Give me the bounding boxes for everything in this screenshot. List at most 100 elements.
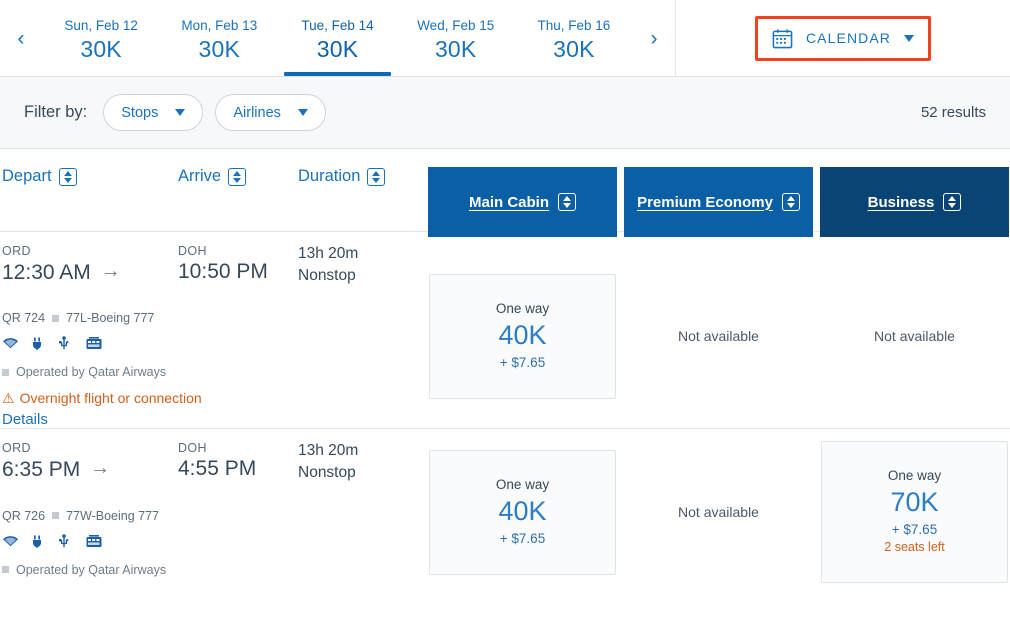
date-tab-0[interactable]: Sun, Feb 12 30K [42, 0, 160, 76]
date-tab-label: Thu, Feb 16 [538, 17, 611, 35]
arrive-time: 10:50 PM [178, 258, 298, 286]
fare-card[interactable]: One way 40K + $7.65 [429, 274, 616, 399]
cabin-header-label: Premium Economy [637, 194, 773, 211]
fare-type: One way [438, 301, 607, 316]
duration-block: 13h 20m Nonstop [298, 441, 428, 484]
date-tab-label: Sun, Feb 12 [64, 17, 138, 35]
arrive-block: DOH 4:55 PM [178, 441, 298, 484]
prev-dates-button[interactable]: ‹ [0, 0, 42, 76]
date-tab-2-selected[interactable]: Tue, Feb 14 30K [278, 0, 396, 76]
fare-miles: 40K [438, 318, 607, 353]
date-tab-3[interactable]: Wed, Feb 15 30K [397, 0, 515, 76]
results-count: 52 results [921, 104, 986, 121]
date-tab-price: 30K [199, 35, 241, 64]
sort-updown-icon[interactable] [782, 193, 800, 211]
depart-time: 12:30 AM → [2, 258, 178, 287]
fare-tax: + $7.65 [438, 355, 607, 370]
cabin-header-business[interactable]: Business [820, 167, 1009, 237]
date-price-strip: ‹ Sun, Feb 12 30K Mon, Feb 13 30K Tue, F… [0, 0, 1010, 77]
calendar-button-label: CALENDAR [806, 30, 891, 46]
sort-arrive-header[interactable]: Arrive [178, 167, 298, 186]
flight-row: ORD 12:30 AM → DOH 10:50 PM 13h 20m Nons… [0, 231, 1010, 428]
calendar-button[interactable]: CALENDAR [755, 16, 931, 61]
separator-square [52, 315, 59, 322]
amenity-icons [2, 534, 428, 549]
duration-header-label: Duration [298, 167, 360, 186]
operated-by: Operated by Qatar Airways [2, 563, 428, 577]
sort-updown-icon[interactable] [943, 193, 961, 211]
flight-number-aircraft: QR 724 77L-Boeing 777 [2, 311, 428, 325]
cabin-header-main-cabin[interactable]: Main Cabin [428, 167, 617, 237]
filter-airlines-dropdown[interactable]: Airlines [215, 94, 326, 131]
fare-seats-left: 2 seats left [830, 540, 999, 554]
separator-square [2, 369, 9, 376]
column-headers-left: Depart Arrive Duration [0, 167, 428, 186]
depart-time: 6:35 PM → [2, 455, 178, 484]
stops-value: Nonstop [298, 462, 428, 484]
filter-stops-dropdown[interactable]: Stops [103, 94, 203, 131]
flight-times: ORD 6:35 PM → DOH 4:55 PM 13h 20m Nonsto… [2, 441, 428, 484]
filter-airlines-label: Airlines [233, 105, 281, 121]
sort-duration-header[interactable]: Duration [298, 167, 428, 186]
fare-tax: + $7.65 [438, 531, 607, 546]
fare-card[interactable]: One way 40K + $7.65 [429, 450, 616, 575]
power-outlet-icon [30, 336, 47, 351]
flight-number: QR 724 [2, 311, 45, 325]
chevron-down-icon [298, 109, 308, 116]
date-tab-label: Tue, Feb 14 [301, 17, 373, 35]
sort-updown-icon[interactable] [558, 193, 576, 211]
sort-depart-header[interactable]: Depart [2, 167, 178, 186]
fare-type: One way [438, 477, 607, 492]
fare-not-available: Not available [678, 328, 759, 344]
filter-by-label: Filter by: [24, 103, 87, 122]
aircraft-type: 77L-Boeing 777 [66, 311, 154, 325]
calendar-icon [772, 28, 793, 49]
overnight-warning: ⚠ Overnight flight or connection [2, 390, 428, 406]
usb-port-icon [58, 336, 75, 351]
chevron-down-icon [175, 109, 185, 116]
operated-by-label: Operated by Qatar Airways [16, 365, 166, 379]
depart-block: ORD 12:30 AM → [2, 244, 178, 287]
sort-updown-icon[interactable] [59, 168, 77, 186]
cabin-header-premium-economy[interactable]: Premium Economy [624, 167, 813, 237]
fare-cell-premium-economy: Not available [624, 441, 813, 583]
date-tab-price: 30K [317, 35, 359, 64]
fare-cell-business: Not available [820, 244, 1009, 428]
flight-info: ORD 6:35 PM → DOH 4:55 PM 13h 20m Nonsto… [0, 441, 428, 583]
fare-cell-premium-economy: Not available [624, 244, 813, 428]
arrow-right-icon: → [101, 258, 121, 285]
stops-value: Nonstop [298, 265, 428, 287]
cabin-header-label: Business [868, 194, 935, 211]
sort-updown-icon[interactable] [367, 168, 385, 186]
overnight-warning-label: Overnight flight or connection [20, 390, 202, 406]
date-tab-1[interactable]: Mon, Feb 13 30K [160, 0, 278, 76]
arrive-airport-code: DOH [178, 244, 298, 258]
fare-cells: One way 40K + $7.65 Not available Not av… [428, 244, 1010, 428]
date-tab-label: Mon, Feb 13 [181, 17, 257, 35]
fare-cells: One way 40K + $7.65 Not available One wa… [428, 441, 1010, 583]
arrive-time: 4:55 PM [178, 455, 298, 483]
depart-block: ORD 6:35 PM → [2, 441, 178, 484]
fare-tax: + $7.65 [830, 522, 999, 537]
date-tab-list: Sun, Feb 12 30K Mon, Feb 13 30K Tue, Feb… [42, 0, 633, 76]
sort-updown-icon[interactable] [228, 168, 246, 186]
wifi-icon [2, 336, 19, 351]
next-dates-button[interactable]: › [633, 0, 675, 76]
depart-airport-code: ORD [2, 441, 178, 455]
flight-row: ORD 6:35 PM → DOH 4:55 PM 13h 20m Nonsto… [0, 428, 1010, 583]
wifi-icon [2, 534, 19, 549]
date-tab-price: 30K [553, 35, 595, 64]
duration-value: 13h 20m [298, 441, 428, 462]
fare-card[interactable]: One way 70K + $7.65 2 seats left [821, 441, 1008, 583]
arrive-header-label: Arrive [178, 167, 221, 186]
date-tab-4[interactable]: Thu, Feb 16 30K [515, 0, 633, 76]
arrive-airport-code: DOH [178, 441, 298, 455]
chevron-down-icon [904, 35, 914, 42]
fare-miles: 70K [830, 485, 999, 520]
filter-bar: Filter by: Stops Airlines 52 results [0, 77, 1010, 149]
fare-cell-main-cabin: One way 40K + $7.65 [428, 441, 617, 583]
flight-times: ORD 12:30 AM → DOH 10:50 PM 13h 20m Nons… [2, 244, 428, 287]
details-link[interactable]: Details [2, 411, 428, 428]
arrive-block: DOH 10:50 PM [178, 244, 298, 287]
flight-number-aircraft: QR 726 77W-Boeing 777 [2, 509, 428, 523]
